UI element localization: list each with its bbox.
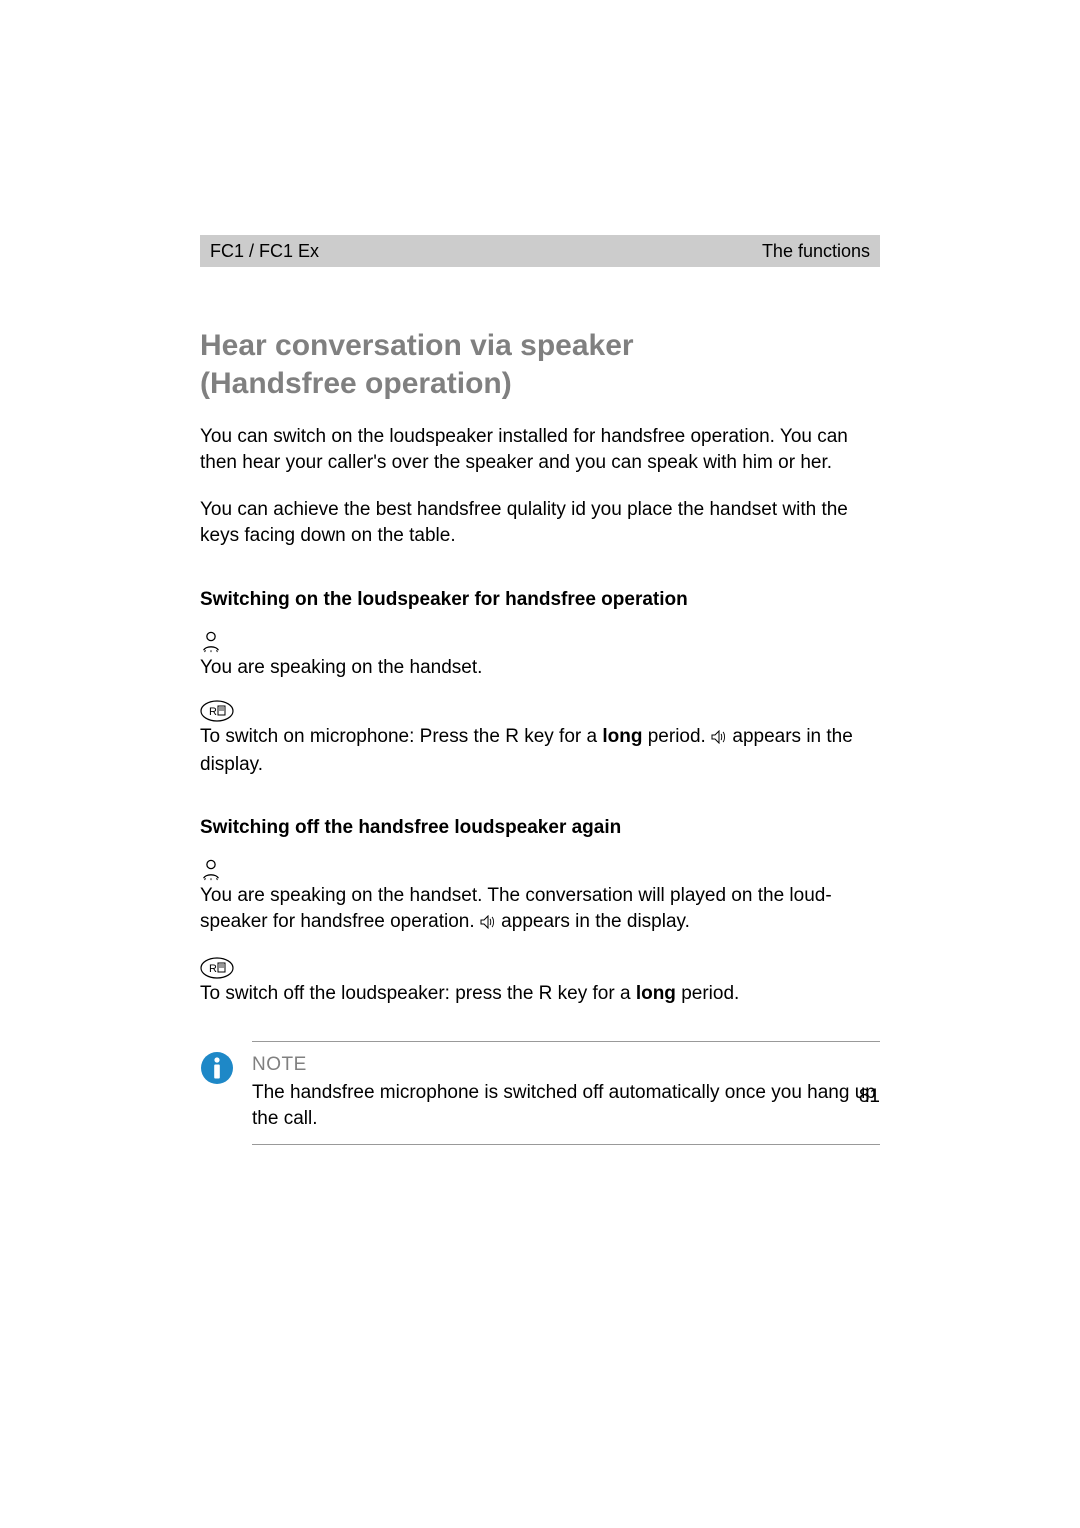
header-right: The functions xyxy=(762,241,870,262)
section-title: Hear conversation via speaker (Handsfree… xyxy=(200,327,880,402)
section-title-line2: (Handsfree operation) xyxy=(200,365,880,403)
switch-off-step1-text: You are speaking on the handset. The con… xyxy=(200,883,880,936)
speaker-icon xyxy=(480,911,496,937)
page-number: 81 xyxy=(859,1086,880,1108)
switch-off-step2-text: To switch off the loudspeaker: press the… xyxy=(200,981,880,1007)
note-block: NOTE The handsfree microphone is switche… xyxy=(200,1041,880,1144)
subheading-switch-on: Switching on the loudspeaker for handsfr… xyxy=(200,589,880,611)
switch-off-step2-pre: To switch off the loudspeaker: press the… xyxy=(200,983,636,1004)
switch-off-step2-bold: long xyxy=(636,983,676,1004)
document-page: FC1 / FC1 Ex The functions Hear conversa… xyxy=(0,0,1080,1528)
switch-off-step1-post: appears in the display. xyxy=(496,911,690,932)
note-body: NOTE The handsfree microphone is switche… xyxy=(252,1041,880,1144)
handset-icon xyxy=(200,859,880,881)
switch-off-step2-post: period. xyxy=(676,983,739,1004)
intro-paragraph-1: You can switch on the loudspeaker instal… xyxy=(200,424,880,475)
note-label: NOTE xyxy=(252,1054,880,1076)
info-icon xyxy=(200,1041,234,1090)
switch-on-step1-text: You are speaking on the handset. xyxy=(200,655,880,681)
note-text: The handsfree microphone is switched off… xyxy=(252,1080,880,1131)
section-title-line1: Hear conversation via speaker xyxy=(200,327,880,365)
r-key-icon: R xyxy=(200,957,880,979)
page-header-bar: FC1 / FC1 Ex The functions xyxy=(200,235,880,267)
switch-on-step2-bold: long xyxy=(602,726,642,747)
svg-text:R: R xyxy=(209,963,217,975)
speaker-icon xyxy=(711,726,727,752)
r-key-icon: R xyxy=(200,700,880,722)
switch-on-step2-pre: To switch on microphone: Press the R key… xyxy=(200,726,602,747)
header-left: FC1 / FC1 Ex xyxy=(210,241,319,262)
intro-paragraph-2: You can achieve the best handsfree qulal… xyxy=(200,497,880,548)
subheading-switch-off: Switching off the handsfree loudspeaker … xyxy=(200,817,880,839)
switch-on-step2-text: To switch on microphone: Press the R key… xyxy=(200,724,880,777)
svg-text:R: R xyxy=(209,706,217,718)
switch-on-step2-mid: period. xyxy=(642,726,711,747)
handset-icon xyxy=(200,631,880,653)
